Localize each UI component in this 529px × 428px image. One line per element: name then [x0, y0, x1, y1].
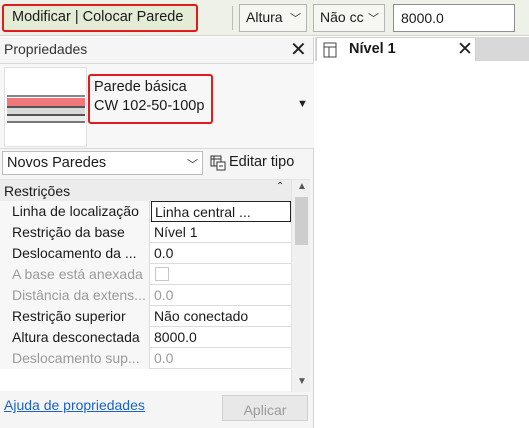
property-name: A base está anexada — [0, 264, 150, 285]
category-label: Restrições — [4, 183, 71, 199]
type-name: Parede básica CW 102-50-100p — [88, 74, 213, 124]
edit-type-icon — [210, 155, 226, 171]
property-row[interactable]: Deslocamento da ... 0.0 — [0, 243, 291, 264]
scroll-up-icon[interactable]: ▲ — [297, 181, 307, 192]
floor-plan-icon — [323, 42, 337, 58]
wall-type-preview — [4, 67, 87, 147]
property-name: Linha de localização — [0, 201, 150, 222]
type-label: CW 102-50-100p — [94, 98, 205, 114]
property-row: Deslocamento sup... 0.0 — [0, 348, 291, 369]
options-bar: Modificar | Colocar Parede Altura ﹀ Não … — [0, 0, 529, 36]
close-icon[interactable]: ✕ — [290, 37, 307, 62]
chevron-down-icon: ﹀ — [368, 13, 379, 25]
view-tab-label: Nível 1 — [349, 41, 396, 57]
property-value[interactable]: Linha central ... — [151, 201, 291, 222]
edit-type-label: Editar tipo — [229, 154, 295, 170]
view-tab[interactable]: Nível 1 ✕ — [316, 37, 476, 61]
property-value: 0.0 — [154, 287, 174, 303]
property-value: 0.0 — [154, 350, 174, 366]
property-value[interactable]: 8000.0 — [151, 327, 291, 348]
property-value[interactable]: 0.0 — [151, 243, 291, 264]
chevron-down-icon: ﹀ — [187, 159, 198, 171]
close-icon[interactable]: ✕ — [457, 38, 473, 61]
property-value[interactable]: Nível 1 — [151, 222, 291, 243]
instance-filter-dropdown[interactable]: Novos Paredes ﹀ — [2, 151, 203, 175]
property-row[interactable]: Restrição superior Não conectado — [0, 306, 291, 327]
attached-checkbox — [155, 267, 169, 281]
constraint-value: Não cc — [320, 9, 364, 25]
property-name: Restrição superior — [0, 306, 150, 327]
height-value-input[interactable]: 8000.0 — [393, 4, 515, 32]
height-mode-value: Altura — [246, 9, 283, 25]
property-value — [151, 264, 291, 285]
property-row[interactable]: Linha de localização Linha central ... — [0, 201, 291, 222]
property-row[interactable]: Altura desconectada 8000.0 — [0, 327, 291, 348]
properties-palette: Propriedades ✕ Parede básica CW 102-50-1… — [0, 37, 314, 428]
dropdown-arrow-icon[interactable]: ▼ — [297, 98, 308, 110]
properties-title: Propriedades — [4, 41, 88, 57]
drawing-canvas[interactable] — [315, 61, 529, 428]
scrollbar-thumb[interactable] — [295, 197, 308, 245]
height-mode-dropdown[interactable]: Altura ﹀ — [239, 4, 307, 32]
property-name: Deslocamento da ... — [0, 243, 150, 264]
properties-grid: Restrições ⌃ Linha de localização Linha … — [0, 179, 310, 392]
property-row: A base está anexada — [0, 264, 291, 285]
edit-type-button[interactable]: Editar tipo — [210, 151, 294, 175]
context-tab-label: Modificar | Colocar Parede — [2, 4, 198, 32]
property-name: Restrição da base — [0, 222, 150, 243]
property-value[interactable]: Não conectado — [151, 306, 291, 327]
type-selector[interactable]: Parede básica CW 102-50-100p ▼ — [0, 63, 314, 149]
vertical-scrollbar[interactable]: ▲ ▼ — [291, 180, 310, 392]
properties-help-link[interactable]: Ajuda de propriedades — [4, 397, 145, 413]
collapse-icon[interactable]: ⌃ — [276, 181, 284, 192]
property-name: Deslocamento sup... — [0, 348, 150, 369]
constraint-dropdown[interactable]: Não cc ﹀ — [313, 4, 385, 32]
property-row[interactable]: Restrição da base Nível 1 — [0, 222, 291, 243]
property-name: Altura desconectada — [0, 327, 150, 348]
chevron-down-icon: ﹀ — [290, 13, 301, 25]
apply-button[interactable]: Aplicar — [222, 395, 308, 421]
instance-filter-value: Novos Paredes — [7, 155, 107, 171]
category-header[interactable]: Restrições ⌃ — [0, 180, 291, 201]
property-row: Distância da extens... 0.0 — [0, 285, 291, 306]
type-family-label: Parede básica — [94, 79, 187, 95]
property-name: Distância da extens... — [0, 285, 150, 306]
separator — [232, 6, 233, 30]
scroll-down-icon[interactable]: ▼ — [297, 376, 307, 387]
